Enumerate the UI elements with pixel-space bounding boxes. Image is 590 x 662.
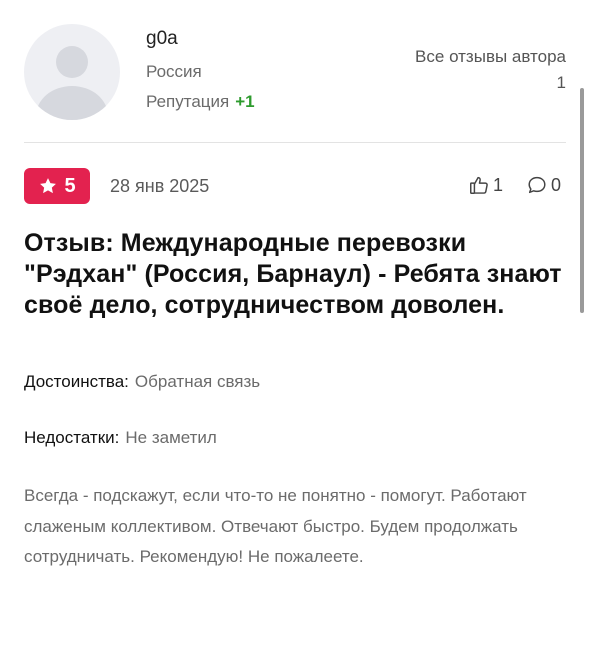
comments-count: 0 xyxy=(551,174,562,195)
scrollbar[interactable] xyxy=(580,88,584,313)
reputation-value: +1 xyxy=(235,92,255,111)
review-body: Всегда - подскажут, если что-то не понят… xyxy=(24,486,527,566)
pros-row: Достоинства: Обратная связь xyxy=(24,372,260,392)
author-reputation: Репутация +1 xyxy=(146,92,255,112)
cons-row: Недостатки: Не заметил xyxy=(24,428,217,448)
star-icon xyxy=(40,178,57,194)
rating-value: 5 xyxy=(64,174,76,197)
pros-value: Обратная связь xyxy=(134,372,261,391)
cons-value: Не заметил xyxy=(125,428,217,447)
likes-count: 1 xyxy=(493,174,504,195)
all-author-reviews-link[interactable]: Все отзывы автора xyxy=(415,47,566,67)
author-reviews-count: 1 xyxy=(556,73,566,92)
user-silhouette-icon xyxy=(36,46,108,120)
divider xyxy=(24,142,566,143)
like-button[interactable]: 1 xyxy=(468,174,503,196)
avatar[interactable] xyxy=(24,24,120,120)
comments-button[interactable]: 0 xyxy=(526,174,561,196)
comment-icon xyxy=(528,176,546,194)
pros-label: Достоинства: xyxy=(24,372,129,391)
reputation-label: Репутация xyxy=(146,92,230,111)
rating-badge: 5 xyxy=(24,168,90,204)
author-country: Россия xyxy=(146,62,202,81)
review-title: Отзыв: Международные перевозки "Рэдхан" … xyxy=(24,229,562,319)
review-date: 28 янв 2025 xyxy=(110,176,210,196)
review-page: g0a Россия Репутация +1 Все отзывы автора… xyxy=(0,0,590,662)
thumbs-up-icon xyxy=(470,176,488,194)
author-name[interactable]: g0a xyxy=(146,28,178,50)
cons-label: Недостатки: xyxy=(24,428,120,447)
